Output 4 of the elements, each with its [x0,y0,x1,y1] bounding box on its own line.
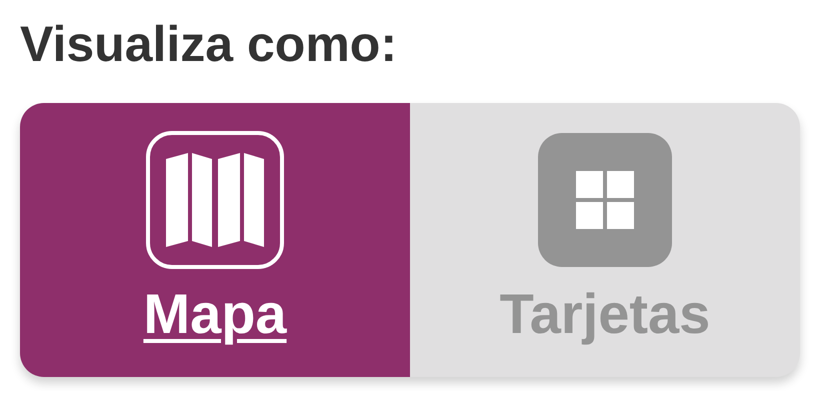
grid-icon [536,131,674,269]
map-icon [146,131,284,269]
view-tab[interactable]: Mapa [20,103,410,377]
heading: Visualiza como: [20,15,398,74]
